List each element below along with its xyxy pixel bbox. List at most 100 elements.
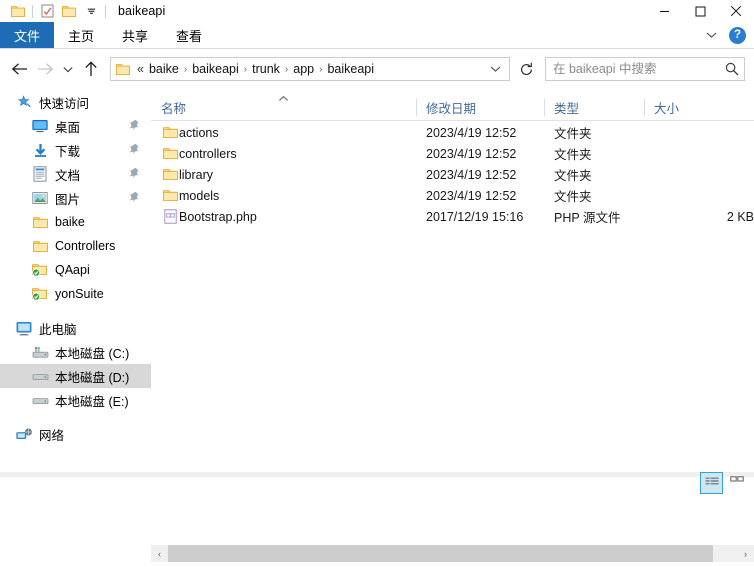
close-button[interactable] xyxy=(718,0,754,22)
file-name: library xyxy=(179,167,214,182)
scroll-right-arrow-icon[interactable]: › xyxy=(737,545,754,562)
folder-icon xyxy=(151,126,179,139)
tab-file[interactable]: 文件 xyxy=(0,22,55,48)
large-icons-view-button[interactable] xyxy=(725,472,748,494)
customize-chevron-icon[interactable] xyxy=(80,0,102,22)
breadcrumb[interactable]: « baike › baikeapi › trunk › app › baike… xyxy=(110,57,510,81)
table-row[interactable]: controllers 2023/4/19 12:52 文件夹 xyxy=(151,143,754,164)
pin-icon[interactable] xyxy=(129,191,139,206)
column-divider[interactable] xyxy=(544,99,545,116)
file-list-pane: 名称 修改日期 类型 大小 actions 2023/4/19 12:52 文件… xyxy=(151,90,754,567)
table-row[interactable]: models 2023/4/19 12:52 文件夹 xyxy=(151,185,754,206)
ribbon-right-controls: ? xyxy=(701,22,750,48)
sidebar-group-network[interactable]: 网络 xyxy=(0,422,151,446)
help-icon[interactable]: ? xyxy=(729,26,746,44)
breadcrumb-item-0[interactable]: baike xyxy=(146,62,182,76)
tab-home[interactable]: 主页 xyxy=(54,22,108,48)
breadcrumb-item-3[interactable]: app xyxy=(290,62,317,76)
file-type: 文件夹 xyxy=(554,169,592,183)
column-header-type[interactable]: 类型 xyxy=(544,95,644,120)
tab-view[interactable]: 查看 xyxy=(162,22,216,48)
sidebar-item-controllers[interactable]: Controllers xyxy=(0,234,151,258)
quick-access-star-icon xyxy=(14,92,34,112)
search-input[interactable] xyxy=(546,62,720,76)
scrollbar-track[interactable] xyxy=(168,545,737,562)
sidebar-group-this-pc-label: 此电脑 xyxy=(39,322,77,337)
breadcrumb-sep-0[interactable]: › xyxy=(182,64,189,75)
documents-icon xyxy=(30,164,50,184)
column-header-name[interactable]: 名称 xyxy=(151,95,416,120)
sidebar-item-downloads[interactable]: 下载 xyxy=(0,138,151,162)
breadcrumb-sep-1[interactable]: › xyxy=(242,64,249,75)
folder-icon[interactable] xyxy=(7,0,29,22)
pin-icon[interactable] xyxy=(129,143,139,158)
breadcrumb-item-1[interactable]: baikeapi xyxy=(189,62,242,76)
file-date: 2017/12/19 15:16 xyxy=(426,209,524,224)
pin-icon[interactable] xyxy=(129,167,139,182)
column-header-date[interactable]: 修改日期 xyxy=(416,95,544,120)
breadcrumb-item-2[interactable]: trunk xyxy=(249,62,283,76)
table-row[interactable]: Bootstrap.php 2017/12/19 15:16 PHP 源文件 2… xyxy=(151,206,754,227)
column-header-type-label: 类型 xyxy=(554,102,580,116)
sidebar-item-baike-label: baike xyxy=(55,215,85,229)
search-box[interactable] xyxy=(545,57,745,81)
back-button[interactable] xyxy=(6,54,32,84)
file-date: 2023/4/19 12:52 xyxy=(426,188,517,203)
status-bar xyxy=(0,472,754,477)
sidebar-item-drive-c[interactable]: 本地磁盘 (C:) xyxy=(0,340,151,364)
scroll-left-arrow-icon[interactable]: ‹ xyxy=(151,545,168,562)
sidebar-item-drive-d[interactable]: 本地磁盘 (D:) xyxy=(0,364,151,388)
column-headers: 名称 修改日期 类型 大小 xyxy=(151,95,754,120)
file-type: 文件夹 xyxy=(554,127,592,141)
sidebar-item-documents-label: 文档 xyxy=(55,168,81,183)
sidebar-group-this-pc[interactable]: 此电脑 xyxy=(0,316,151,340)
sidebar-item-qaapi[interactable]: QAapi xyxy=(0,258,151,282)
sidebar-item-desktop[interactable]: 桌面 xyxy=(0,114,151,138)
window-controls xyxy=(646,0,754,22)
sidebar-group-quick-access-label: 快速访问 xyxy=(39,96,90,111)
title-bar: baikeapi xyxy=(0,0,754,22)
breadcrumb-sep-3[interactable]: › xyxy=(317,64,324,75)
sidebar-item-downloads-label: 下载 xyxy=(55,144,81,159)
downloads-icon xyxy=(30,140,50,160)
table-row[interactable]: library 2023/4/19 12:52 文件夹 xyxy=(151,164,754,185)
ribbon-tabs: 文件 主页 共享 查看 ? xyxy=(0,22,754,48)
chevron-down-icon[interactable] xyxy=(701,22,721,48)
sidebar-item-documents[interactable]: 文档 xyxy=(0,162,151,186)
scrollbar-thumb[interactable] xyxy=(168,545,713,562)
sidebar-item-baike[interactable]: baike xyxy=(0,210,151,234)
recent-locations-button[interactable] xyxy=(58,54,78,84)
column-divider[interactable] xyxy=(644,99,645,116)
breadcrumb-overflow[interactable]: « xyxy=(133,62,146,76)
sidebar-item-controllers-label: Controllers xyxy=(55,239,116,253)
folder-icon xyxy=(151,147,179,160)
breadcrumb-item-4[interactable]: baikeapi xyxy=(324,62,377,76)
horizontal-scrollbar[interactable]: ‹ › xyxy=(151,545,754,562)
desktop-icon xyxy=(30,116,50,136)
sidebar-item-drive-e[interactable]: 本地磁盘 (E:) xyxy=(0,388,151,412)
column-header-size[interactable]: 大小 xyxy=(644,95,754,120)
new-folder-icon[interactable] xyxy=(58,0,80,22)
refresh-button[interactable] xyxy=(512,57,540,81)
maximize-button[interactable] xyxy=(682,0,718,22)
file-explorer-window: baikeapi 文件 主页 共享 查看 ? « baike › baikeap… xyxy=(0,0,754,567)
sidebar-item-yonsuite[interactable]: yonSuite xyxy=(0,282,151,306)
quick-access-toolbar xyxy=(0,0,109,22)
minimize-button[interactable] xyxy=(646,0,682,22)
tab-share[interactable]: 共享 xyxy=(108,22,162,48)
forward-button xyxy=(32,54,58,84)
sidebar-group-quick-access[interactable]: 快速访问 xyxy=(0,90,151,114)
details-view-button[interactable] xyxy=(700,472,723,494)
pin-icon[interactable] xyxy=(129,119,139,134)
column-divider[interactable] xyxy=(416,99,417,116)
sidebar-item-pictures[interactable]: 图片 xyxy=(0,186,151,210)
navigation-pane: 快速访问 桌面 下载 文档 图片 baike Controllers QAapi… xyxy=(0,90,151,567)
column-header-name-label: 名称 xyxy=(161,102,187,116)
search-icon[interactable] xyxy=(720,62,744,76)
up-button[interactable] xyxy=(78,54,104,84)
breadcrumb-chevron-down-icon[interactable] xyxy=(490,58,501,80)
breadcrumb-sep-2[interactable]: › xyxy=(283,64,290,75)
table-row[interactable]: actions 2023/4/19 12:52 文件夹 xyxy=(151,122,754,143)
properties-icon[interactable] xyxy=(36,0,58,22)
